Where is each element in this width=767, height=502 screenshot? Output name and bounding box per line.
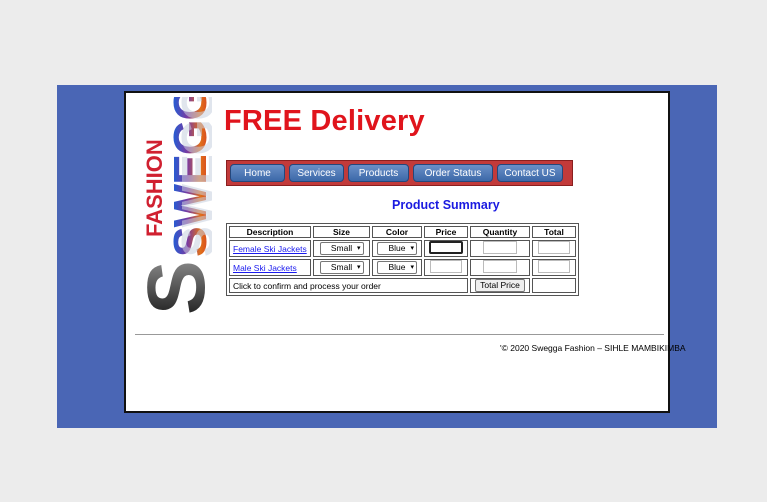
nav-order-status-button[interactable]: Order Status xyxy=(413,164,493,182)
female-ski-jackets-link[interactable]: Female Ski Jackets xyxy=(233,244,307,254)
color-select[interactable]: Blue ▾ xyxy=(377,242,417,255)
total-field[interactable] xyxy=(538,260,570,273)
chevron-down-icon: ▾ xyxy=(356,245,361,252)
nav-products-button[interactable]: Products xyxy=(348,164,409,182)
logo-s-letter: S xyxy=(134,260,212,315)
color-select-value: Blue xyxy=(388,262,406,272)
swegga-fashion-logo: FASHION SWEGGA SWEGGA S xyxy=(134,97,212,315)
footer-divider xyxy=(135,334,664,335)
quantity-field[interactable] xyxy=(483,241,517,254)
page-content: FASHION SWEGGA SWEGGA S FREE Delivery Ho… xyxy=(124,91,686,413)
size-select-value: Small xyxy=(330,243,353,253)
header-color: Color xyxy=(372,226,422,238)
table-header-row: Description Size Color Price Quantity To… xyxy=(229,226,576,238)
total-price-button[interactable]: Total Price xyxy=(475,279,525,292)
nav-home-button[interactable]: Home xyxy=(230,164,285,182)
color-select[interactable]: Blue ▾ xyxy=(377,261,417,274)
table-row-confirm: Click to confirm and process your order … xyxy=(229,278,576,293)
table-row: Female Ski Jackets Small ▾ Blue ▾ xyxy=(229,240,576,257)
header-quantity: Quantity xyxy=(470,226,530,238)
total-field[interactable] xyxy=(538,241,570,254)
header-size: Size xyxy=(313,226,370,238)
nav-services-button[interactable]: Services xyxy=(289,164,344,182)
nav-contact-us-button[interactable]: Contact US xyxy=(497,164,563,182)
male-ski-jackets-link[interactable]: Male Ski Jackets xyxy=(233,263,297,273)
main-nav: Home Services Products Order Status Cont… xyxy=(226,160,573,186)
header-description: Description xyxy=(229,226,311,238)
logo-swegga-reflection: SWEGGA xyxy=(172,97,212,257)
header-total: Total xyxy=(532,226,576,238)
table-row: Male Ski Jackets Small ▾ Blue ▾ xyxy=(229,259,576,276)
price-field[interactable] xyxy=(430,260,462,273)
copyright-footer: '© 2020 Swegga Fashion – SIHLE MAMBIKIMB… xyxy=(500,343,686,353)
chevron-down-icon: ▾ xyxy=(410,245,414,252)
chevron-down-icon: ▾ xyxy=(410,264,414,271)
size-select[interactable]: Small ▾ xyxy=(319,242,364,255)
order-table: Description Size Color Price Quantity To… xyxy=(226,223,579,296)
free-delivery-headline: FREE Delivery xyxy=(224,105,425,137)
size-select-value: Small xyxy=(330,262,353,272)
empty-cell xyxy=(532,278,576,293)
confirm-order-text: Click to confirm and process your order xyxy=(229,278,468,293)
header-price: Price xyxy=(424,226,468,238)
size-select[interactable]: Small ▾ xyxy=(319,261,364,274)
chevron-down-icon: ▾ xyxy=(356,264,361,271)
color-select-value: Blue xyxy=(388,243,406,253)
quantity-field[interactable] xyxy=(483,260,517,273)
product-summary-title: Product Summary xyxy=(392,198,500,212)
price-field[interactable] xyxy=(429,241,463,254)
